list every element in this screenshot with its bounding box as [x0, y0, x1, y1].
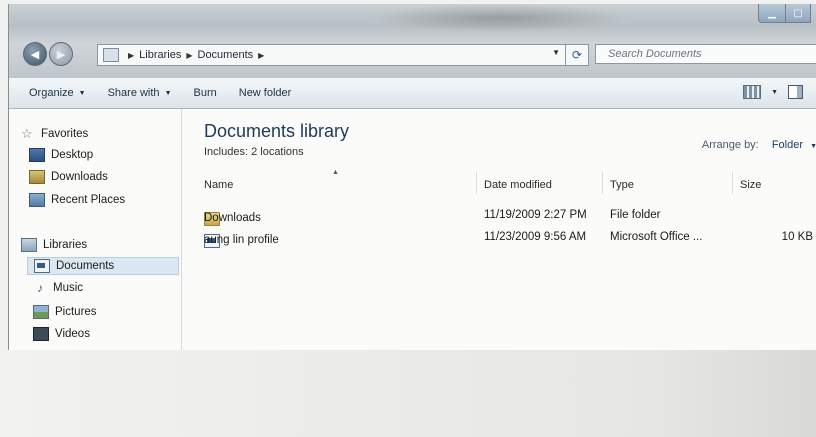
sidebar-item-desktop[interactable]: Desktop — [29, 148, 93, 162]
sidebar-item-downloads[interactable]: Downloads — [29, 170, 108, 184]
recent-places-icon — [29, 193, 45, 207]
sidebar-item-label: Downloads — [51, 171, 108, 183]
command-toolbar: Organize ▼ Share with ▼ Burn New folder … — [9, 78, 816, 109]
change-view-icon[interactable] — [743, 85, 762, 99]
file-type: File folder — [610, 209, 661, 221]
organize-label: Organize — [29, 87, 74, 99]
sidebar-item-label: Videos — [55, 328, 90, 340]
share-with-button[interactable]: Share with ▼ — [108, 87, 172, 99]
organize-button[interactable]: Organize ▼ — [29, 87, 86, 99]
view-options-chevron-icon[interactable]: ▼ — [771, 89, 778, 96]
libraries-icon — [103, 48, 119, 62]
downloads-icon — [29, 170, 45, 184]
minimize-button[interactable]: ▁ — [758, 4, 786, 23]
sidebar-item-label: Documents — [56, 260, 115, 272]
star-icon: ☆ — [21, 126, 33, 141]
sidebar-item-recent-places[interactable]: Recent Places — [29, 193, 125, 207]
file-type: Microsoft Office ... — [610, 231, 703, 243]
arrow-left-icon: ◀ — [30, 48, 40, 61]
search-placeholder: Search Documents — [608, 48, 702, 60]
sidebar-item-libraries[interactable]: Libraries — [21, 238, 87, 252]
arrange-by: Arrange by: Folder ▼ — [702, 139, 816, 151]
title-bar: ▁ ▢ ◀ ▶ ▶ Libraries ▶ Documents ▶ ▼ ⟳ Se… — [9, 4, 816, 78]
sidebar-item-label: Desktop — [51, 149, 94, 161]
new-folder-button[interactable]: New folder — [239, 87, 292, 99]
view-controls: ▼ — [743, 85, 803, 99]
column-divider[interactable] — [602, 172, 603, 194]
chevron-down-icon: ▼ — [78, 89, 86, 97]
sidebar-item-label: Libraries — [43, 239, 88, 251]
file-date: 11/19/2009 2:27 PM — [484, 209, 587, 221]
search-input[interactable]: Search Documents — [595, 44, 816, 64]
arrow-right-icon: ▶ — [56, 48, 66, 61]
address-bar[interactable]: ▶ Libraries ▶ Documents ▶ ▼ ⟳ — [97, 44, 589, 66]
sidebar-item-label: Recent Places — [51, 194, 126, 206]
breadcrumb-separator-icon[interactable]: ▶ — [258, 51, 264, 60]
file-name: Downloads — [204, 212, 261, 224]
navigation-pane: ☆ Favorites Desktop Downloads Recent Pla… — [9, 109, 182, 350]
breadcrumb-libraries[interactable]: Libraries — [139, 49, 181, 61]
file-row[interactable]: Downloads 11/19/2009 2:27 PM File folder — [182, 206, 816, 226]
videos-icon — [33, 327, 49, 341]
sidebar-item-favorites[interactable]: ☆ Favorites — [21, 126, 88, 142]
back-button[interactable]: ◀ — [23, 42, 47, 66]
sidebar-item-documents[interactable]: Documents — [27, 257, 179, 275]
breadcrumb-documents[interactable]: Documents — [198, 49, 254, 61]
share-with-label: Share with — [107, 87, 160, 99]
address-dropdown-icon[interactable]: ▼ — [552, 48, 560, 57]
library-title: Documents library — [204, 121, 350, 141]
file-size: 10 KB — [781, 231, 813, 243]
arrange-by-value: Folder — [771, 139, 803, 151]
preview-pane-icon[interactable] — [788, 85, 803, 99]
file-row[interactable]: aung lin profile 11/23/2009 9:56 AM Micr… — [182, 228, 816, 248]
arrange-by-label: Arrange by: — [701, 139, 759, 151]
window-controls: ▁ ▢ — [758, 4, 811, 23]
chevron-down-icon: ▼ — [164, 89, 172, 97]
file-list-pane: Documents library Includes: 2 locations … — [182, 109, 816, 350]
page-background — [0, 350, 816, 437]
column-divider[interactable] — [732, 172, 733, 194]
sidebar-item-label: Music — [53, 282, 84, 294]
explorer-window: ▁ ▢ ◀ ▶ ▶ Libraries ▶ Documents ▶ ▼ ⟳ Se… — [8, 4, 816, 350]
breadcrumb-separator-icon[interactable]: ▶ — [186, 51, 192, 60]
file-name: aung lin profile — [204, 234, 279, 246]
sort-ascending-icon: ▲ — [332, 169, 339, 176]
sidebar-item-label: Favorites — [41, 128, 89, 140]
sidebar-item-label: Pictures — [55, 306, 97, 318]
documents-icon — [34, 259, 50, 273]
column-header-name[interactable]: Name — [204, 179, 233, 191]
column-header-size[interactable]: Size — [740, 179, 761, 191]
column-header-date-modified[interactable]: Date modified — [484, 179, 552, 191]
desktop-icon — [29, 148, 45, 162]
column-divider[interactable] — [476, 172, 477, 194]
burn-button[interactable]: Burn — [194, 87, 217, 99]
music-note-icon: ♪ — [37, 281, 43, 295]
sidebar-item-music[interactable]: ♪ Music — [33, 282, 83, 294]
breadcrumb-separator-icon[interactable]: ▶ — [128, 51, 134, 60]
burn-label: Burn — [193, 87, 217, 99]
library-locations-link[interactable]: Includes: 2 locations — [204, 146, 304, 158]
new-folder-label: New folder — [238, 87, 292, 99]
forward-button[interactable]: ▶ — [49, 42, 73, 66]
maximize-button[interactable]: ▢ — [786, 4, 811, 23]
column-header-type[interactable]: Type — [610, 179, 634, 191]
sidebar-item-pictures[interactable]: Pictures — [33, 305, 97, 319]
sidebar-item-videos[interactable]: Videos — [33, 327, 90, 341]
pictures-icon — [33, 305, 49, 319]
chevron-down-icon: ▼ — [810, 143, 816, 150]
libraries-icon — [21, 238, 37, 252]
arrange-by-dropdown[interactable]: Folder ▼ — [772, 139, 816, 151]
refresh-icon[interactable]: ⟳ — [565, 45, 588, 65]
file-date: 11/23/2009 9:56 AM — [484, 231, 587, 243]
